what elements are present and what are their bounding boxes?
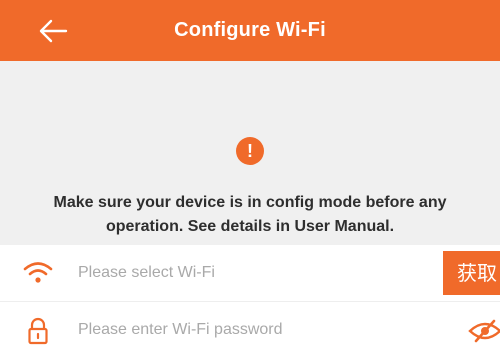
configure-wifi-screen: Configure Wi-Fi ! Make sure your device …: [0, 0, 500, 355]
eye-slash-icon[interactable]: [468, 318, 500, 344]
exclamation-icon: !: [236, 137, 264, 165]
back-arrow-icon[interactable]: [36, 16, 70, 46]
wifi-ssid-input[interactable]: [78, 245, 438, 301]
get-wifi-button[interactable]: 获取: [443, 251, 500, 295]
page-title: Configure Wi-Fi: [174, 19, 326, 41]
wifi-password-row[interactable]: [0, 301, 500, 355]
wifi-password-input[interactable]: [78, 302, 438, 355]
config-mode-notice: ! Make sure your device is in config mod…: [0, 61, 500, 245]
notice-text: Make sure your device is in config mode …: [53, 194, 447, 235]
lock-icon: [28, 317, 48, 345]
header-bar: Configure Wi-Fi: [0, 0, 500, 61]
wifi-select-row[interactable]: 获取: [0, 245, 500, 301]
wifi-icon: [23, 262, 53, 283]
